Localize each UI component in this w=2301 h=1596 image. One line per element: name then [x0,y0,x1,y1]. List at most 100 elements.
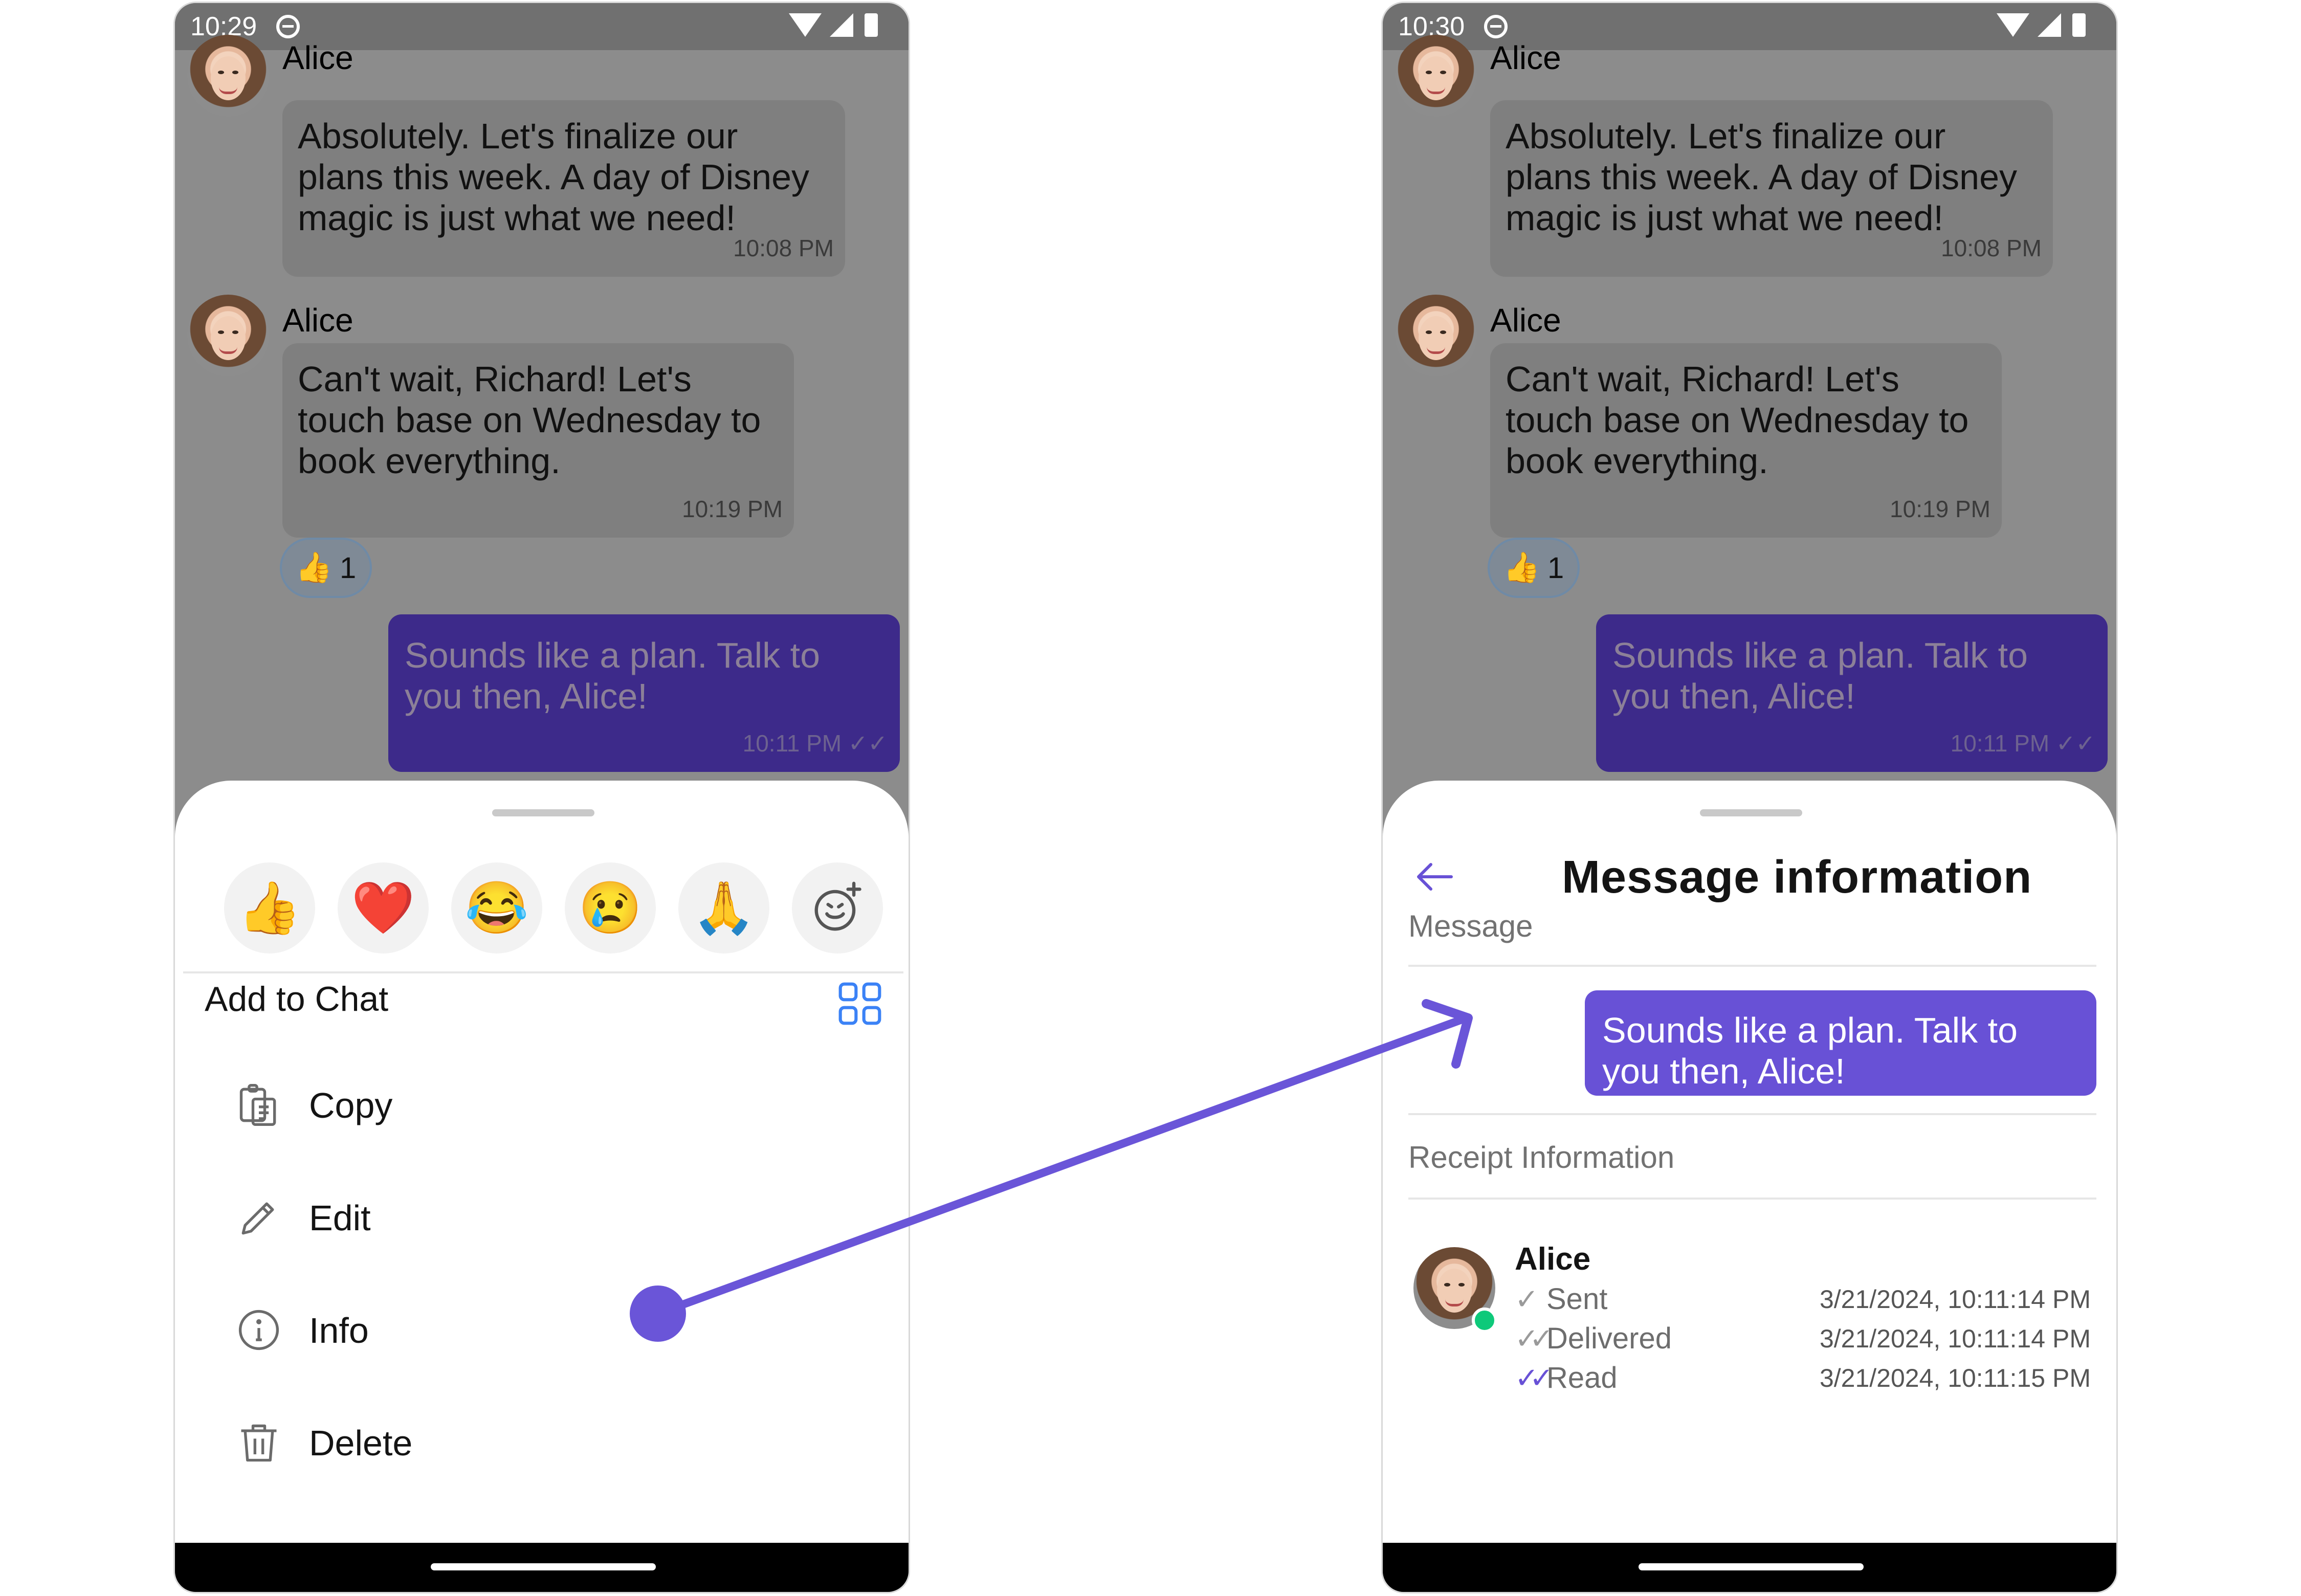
receipt-status: Delivered [1546,1322,1672,1355]
praying-hands-icon[interactable]: 🙏 [678,862,769,954]
receipt-row-sent: ✓ Sent [1515,1282,1607,1316]
double-check-icon: ✓✓ [2055,730,2095,757]
notification-icon [1484,15,1508,38]
divider [183,971,903,973]
avatar[interactable] [187,295,269,376]
single-check-icon: ✓ [1515,1283,1539,1315]
info-icon [235,1306,282,1354]
receipt-status: Sent [1546,1282,1608,1316]
message-sender: Alice [1490,302,1561,339]
menu-item-label: Delete [309,1423,413,1463]
receipt-date: 3/21/2024, 10:11:14 PM [1819,1324,2091,1353]
laughing-icon[interactable]: 😂 [451,862,542,954]
menu-item-label: Edit [309,1198,371,1238]
crying-icon[interactable]: 😢 [565,862,656,954]
notification-icon [276,15,300,38]
reaction-chip[interactable]: 👍 1 [1488,538,1580,598]
message-time: 10:08 PM [1941,235,2042,261]
sheet-drag-handle[interactable] [1700,809,1802,816]
home-indicator[interactable] [1639,1563,1864,1570]
copy-icon [235,1081,282,1128]
receipt-status: Read [1546,1361,1618,1394]
message-text: Absolutely. Let's finalize our plans thi… [298,116,809,238]
reaction-count: 1 [339,551,357,585]
message-bubble-outgoing[interactable]: Sounds like a plan. Talk to you then, Al… [388,614,900,772]
message-time: 10:19 PM [1890,496,1990,522]
online-status-dot [1472,1307,1497,1333]
screenshot-stage: 10:29 Alice Absolutely. Let's finalize o… [0,0,2301,1596]
message-text: Can't wait, Richard! Let's touch base on… [298,359,761,481]
status-icons [789,13,878,37]
reaction-chip[interactable]: 👍 1 [280,538,372,598]
message-preview-text: Sounds like a plan. Talk to you then, Al… [1602,1010,2018,1091]
message-preview-bubble: Sounds like a plan. Talk to you then, Al… [1585,990,2096,1096]
message-time: 10:08 PM [733,235,834,261]
message-sender: Alice [282,302,353,339]
divider [1408,1113,2096,1115]
reaction-count: 1 [1547,551,1564,585]
trash-icon [235,1419,282,1466]
message-time: 10:11 PM ✓✓ [1951,723,2095,764]
wifi-icon [789,13,822,37]
avatar[interactable] [1395,35,1477,117]
message-sender: Alice [282,39,353,76]
message-text: Can't wait, Richard! Let's touch base on… [1506,359,1969,481]
thumbs-up-icon[interactable]: 👍 [224,862,315,954]
phone-right-message-information: 10:30 Alice Absolutely. Let's finalize o… [1381,2,2118,1593]
pencil-icon [235,1194,282,1241]
receipt-user-name: Alice [1515,1242,1591,1277]
divider [1408,965,2096,967]
message-bubble-outgoing[interactable]: Sounds like a plan. Talk to you then, Al… [1596,614,2108,772]
menu-item-label: Copy [309,1085,393,1125]
message-time: 10:19 PM [682,496,783,522]
section-label-message: Message [1408,909,1533,943]
add-reaction-icon[interactable] [792,862,883,954]
signal-icon [830,13,853,37]
menu-item-label: Info [309,1311,369,1350]
message-bubble-incoming[interactable]: Can't wait, Richard! Let's touch base on… [282,343,794,538]
message-text: Absolutely. Let's finalize our plans thi… [1506,116,2017,238]
sheet-drag-handle[interactable] [492,809,594,816]
navigation-bar [175,1543,909,1592]
menu-item-delete[interactable]: Delete [175,1405,909,1481]
home-indicator[interactable] [431,1563,656,1570]
message-text: Sounds like a plan. Talk to you then, Al… [405,635,821,716]
menu-item-edit[interactable]: Edit [175,1180,909,1256]
battery-icon [2072,13,2086,37]
message-time: 10:11 PM ✓✓ [743,723,888,764]
avatar[interactable] [187,35,269,117]
message-bubble-incoming[interactable]: Absolutely. Let's finalize our plans thi… [282,100,845,277]
receipt-date: 3/21/2024, 10:11:15 PM [1819,1364,2091,1392]
receipt-row-read: ✓✓Read [1515,1361,1618,1395]
message-bubble-incoming[interactable]: Absolutely. Let's finalize our plans thi… [1490,100,2053,277]
double-check-icon: ✓✓ [848,730,888,757]
phone-left-message-actions: 10:29 Alice Absolutely. Let's finalize o… [173,2,910,1593]
menu-item-info[interactable]: Info [175,1292,909,1369]
menu-item-copy[interactable]: Copy [175,1067,909,1144]
receipt-row-delivered: ✓✓Delivered [1515,1321,1672,1356]
heart-icon[interactable]: ❤️ [338,862,429,954]
message-actions-sheet: 👍 ❤️ 😂 😢 🙏 Add to Chat Copy Edit Info De… [175,781,909,1558]
message-time-text: 10:11 PM [1950,730,2050,757]
double-check-read-icon: ✓✓ [1515,1362,1554,1394]
message-text: Sounds like a plan. Talk to you then, Al… [1612,635,2028,716]
battery-icon [865,13,878,37]
wifi-icon [1997,13,2029,37]
message-sender: Alice [1490,39,1561,76]
message-information-sheet: Message information Message Sounds like … [1383,781,2116,1558]
signal-icon [2038,13,2061,37]
thumbs-up-icon: 👍 [295,551,333,584]
receipt-date: 3/21/2024, 10:11:14 PM [1819,1285,2091,1314]
navigation-bar [1383,1543,2116,1592]
double-check-icon: ✓✓ [1515,1322,1554,1355]
page-title: Message information [1562,852,2032,903]
grid-icon[interactable] [836,980,883,1027]
message-bubble-incoming[interactable]: Can't wait, Richard! Let's touch base on… [1490,343,2002,538]
thumbs-up-icon: 👍 [1503,551,1540,584]
back-arrow-icon[interactable] [1410,852,1459,901]
status-icons [1997,13,2086,37]
section-label-receipt: Receipt Information [1408,1140,1675,1174]
divider [1408,1198,2096,1200]
message-time-text: 10:11 PM [742,730,842,757]
avatar[interactable] [1395,295,1477,376]
